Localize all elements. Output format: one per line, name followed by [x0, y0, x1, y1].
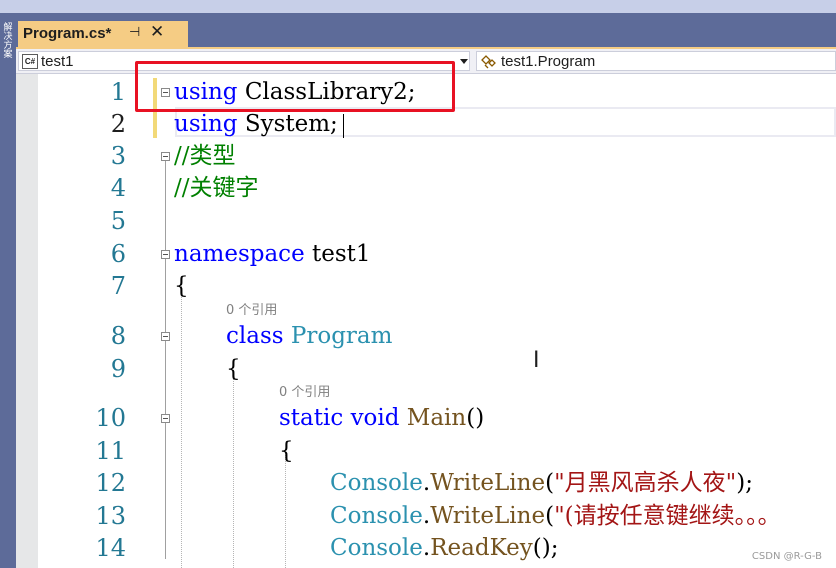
- type-name: Console: [330, 470, 423, 496]
- collapse-icon[interactable]: [161, 250, 170, 259]
- code-line: 3 //类型: [16, 140, 836, 172]
- code-line: 5: [16, 205, 836, 237]
- string-literal: "(请按任意键继续。。。: [554, 503, 781, 529]
- code-line: 6 namespace test1: [16, 238, 836, 270]
- method-name: ReadKey: [430, 535, 533, 561]
- type-name: Program: [290, 323, 393, 349]
- code-line: 4 //关键字: [16, 172, 836, 204]
- type-name: Console: [330, 535, 423, 561]
- parens: (): [466, 405, 485, 431]
- type-scope-value: test1.Program: [501, 53, 596, 70]
- keyword: static: [279, 405, 344, 431]
- code-line: 8 class Program: [16, 320, 836, 352]
- collapse-icon[interactable]: [161, 414, 170, 423]
- code-line: 1 using ClassLibrary2;: [16, 61, 836, 112]
- keyword: void: [350, 405, 400, 431]
- line-number: 10: [95, 404, 126, 432]
- paren: );: [736, 470, 753, 496]
- line-number: 2: [110, 110, 126, 138]
- codelens-references[interactable]: 0 个引用: [279, 385, 330, 401]
- solution-explorer-rail-label: 解决方案: [3, 23, 13, 60]
- line-number: 5: [110, 207, 126, 235]
- line-number: 12: [95, 469, 126, 497]
- type-scope-dropdown[interactable]: test1.Program: [476, 51, 836, 71]
- close-icon[interactable]: ✕: [150, 22, 164, 42]
- code-line: 10 static void Main(): [16, 402, 836, 434]
- code-line: 11 {: [16, 435, 836, 467]
- keyword: namespace: [174, 241, 305, 267]
- text-caret: [343, 114, 344, 138]
- comment: //关键字: [174, 175, 259, 201]
- keyword: class: [226, 323, 284, 349]
- paren: (: [545, 470, 555, 496]
- line-number: 7: [110, 272, 126, 300]
- string-literal: "月黑风高杀人夜": [554, 470, 737, 496]
- chevron-down-icon[interactable]: [460, 59, 468, 64]
- watermark: CSDN @R-G-B: [751, 551, 822, 562]
- line-number: 4: [110, 174, 126, 202]
- window-top-strip: [0, 0, 836, 13]
- paren: (: [545, 503, 555, 529]
- line-number: 1: [110, 78, 126, 106]
- line-number: 13: [95, 502, 126, 530]
- tab-title: Program.cs*: [23, 25, 112, 42]
- collapse-icon[interactable]: [161, 88, 170, 97]
- code-line: 2 using System;: [16, 108, 836, 140]
- line-number: 14: [95, 534, 126, 562]
- collapse-icon[interactable]: [161, 152, 170, 161]
- namespace-ref: System;: [237, 111, 338, 137]
- code-line: 9 {: [16, 353, 836, 385]
- type-name: Console: [330, 503, 423, 529]
- csharp-project-icon: C#: [22, 54, 38, 69]
- line-number: 6: [110, 240, 126, 268]
- line-number: 3: [110, 142, 126, 170]
- solution-explorer-rail[interactable]: 解决方案: [0, 18, 16, 568]
- code-line: 12 Console.WriteLine("月黑风高杀人夜");: [16, 467, 836, 499]
- method-name: WriteLine: [430, 470, 546, 496]
- codelens-references[interactable]: 0 个引用: [226, 303, 277, 319]
- code-line: 14 Console.ReadKey();: [16, 532, 836, 564]
- method-name: Main: [406, 405, 467, 431]
- code-editor[interactable]: 1 using ClassLibrary2; 2 using System; 3…: [16, 61, 836, 568]
- tab-program-cs[interactable]: Program.cs* ⊣ ✕: [18, 21, 188, 47]
- brace: {: [226, 356, 241, 382]
- paren: ();: [532, 535, 559, 561]
- document-tab-bar: Program.cs* ⊣ ✕: [16, 18, 836, 47]
- code-line: 7 {: [16, 270, 836, 302]
- method-name: WriteLine: [430, 503, 546, 529]
- project-dropdown-value: test1: [41, 53, 74, 70]
- namespace-name: test1: [304, 241, 371, 267]
- pin-icon[interactable]: ⊣: [129, 24, 140, 40]
- brace: {: [279, 438, 294, 464]
- class-icon: [481, 55, 496, 69]
- line-number: 9: [110, 355, 126, 383]
- line-number: 8: [110, 322, 126, 350]
- brace: {: [174, 273, 189, 299]
- comment: //类型: [174, 143, 236, 169]
- keyword: using: [174, 111, 238, 137]
- collapse-icon[interactable]: [161, 332, 170, 341]
- line-number: 11: [95, 437, 126, 465]
- code-line: 13 Console.WriteLine("(请按任意键继续。。。: [16, 500, 836, 532]
- annotation-highlight-box: [135, 61, 455, 112]
- ibeam-cursor-icon: I: [533, 348, 540, 373]
